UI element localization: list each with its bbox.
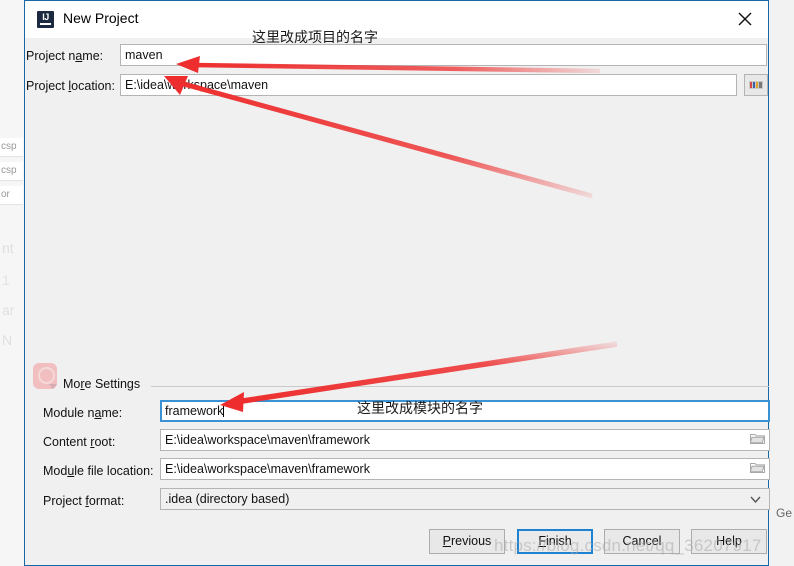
close-icon[interactable] xyxy=(730,7,760,31)
module-name-label: Module name: xyxy=(43,406,123,420)
more-settings-section-header[interactable]: More Settings xyxy=(49,377,769,395)
dialog-title: New Project xyxy=(63,10,139,26)
folder-icon[interactable] xyxy=(749,430,765,450)
background-fragment-right: Ge xyxy=(776,506,793,520)
project-format-label: Project format: xyxy=(43,494,125,508)
more-settings-label: More Settings xyxy=(63,377,141,391)
dialog-titlebar: IJ New Project xyxy=(25,1,768,38)
section-divider xyxy=(151,386,769,387)
intellij-idea-icon: IJ xyxy=(37,11,54,28)
mouse-cursor-highlight xyxy=(33,363,57,389)
project-location-label: Project location: xyxy=(26,79,115,93)
background-fragment: or xyxy=(0,186,23,205)
background-text-blur: N xyxy=(2,332,13,348)
module-file-location-input[interactable]: E:\idea\workspace\maven\framework xyxy=(160,458,770,480)
annotation-note-bottom: 这里改成模块的名字 xyxy=(357,401,483,417)
project-name-input[interactable]: maven xyxy=(120,44,767,66)
new-project-dialog: IJ New Project Project name: maven Proje… xyxy=(24,0,770,566)
background-text-blur: ar xyxy=(2,302,15,318)
text-caret xyxy=(223,404,225,417)
browse-icon xyxy=(749,78,763,92)
project-name-label: Project name: xyxy=(26,49,104,63)
module-file-location-label: Module file location: xyxy=(43,464,154,478)
watermark-text: https://blog.csdn.net/qq_36207917 xyxy=(494,536,762,555)
project-format-select[interactable]: .idea (directory based) xyxy=(160,488,770,510)
content-root-label: Content root: xyxy=(43,435,116,449)
folder-icon[interactable] xyxy=(749,459,765,479)
annotation-note-top: 这里改成项目的名字 xyxy=(252,30,378,46)
background-text-blur: 1 xyxy=(2,272,10,288)
project-location-input[interactable]: E:\idea\workspace\maven xyxy=(120,74,737,96)
background-fragment: csp xyxy=(0,162,23,181)
background-fragment: csp xyxy=(0,138,23,157)
background-text-blur: nt xyxy=(2,240,14,256)
content-root-input[interactable]: E:\idea\workspace\maven\framework xyxy=(160,429,770,451)
project-location-browse-button[interactable] xyxy=(744,74,768,96)
chevron-down-icon xyxy=(750,489,761,509)
